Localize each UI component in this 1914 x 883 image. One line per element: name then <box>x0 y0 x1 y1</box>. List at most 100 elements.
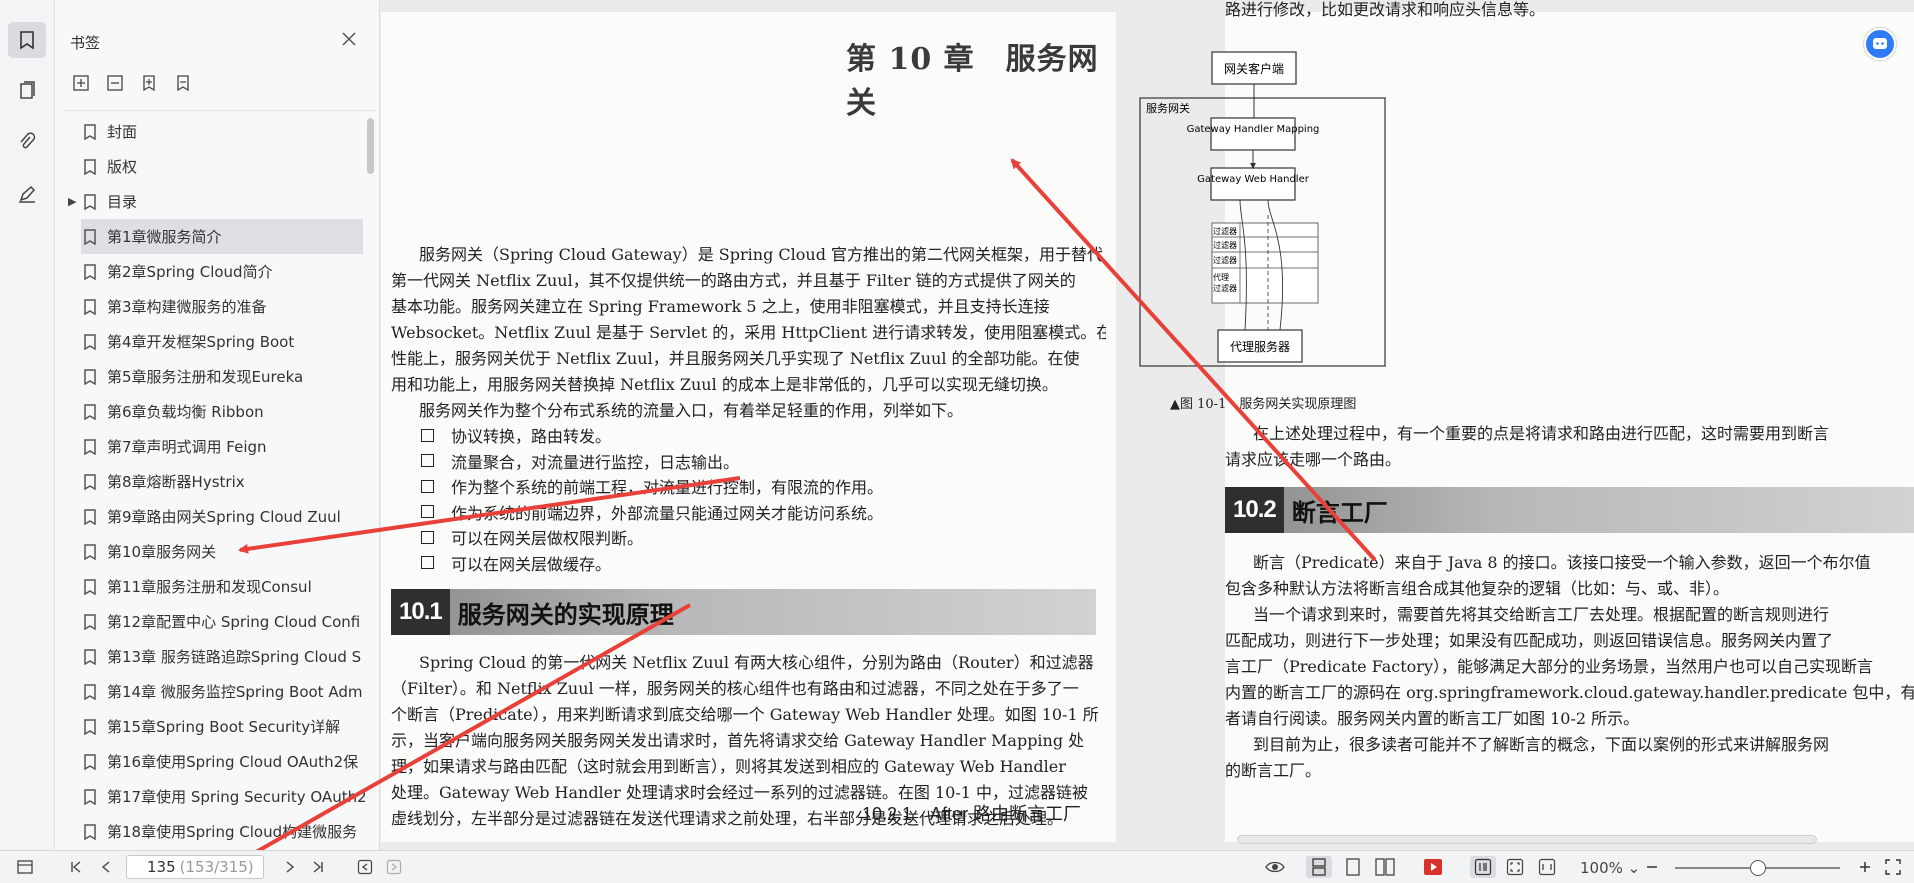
bookmark-label: 第7章声明式调用 Feign <box>107 438 267 456</box>
bullet-text: 协议转换，路由转发。 <box>451 427 612 446</box>
zoom-level[interactable]: 100% ⌄ <box>1580 859 1640 877</box>
fit-width-icon[interactable] <box>1534 856 1560 878</box>
text-line: Spring Cloud 的第一代网关 Netflix Zuul 有两大核心组件… <box>419 653 1094 672</box>
bookmark-item[interactable]: 第16章使用Spring Cloud OAuth2保 <box>55 744 365 779</box>
bookmark-item[interactable]: 第6章负载均衡 Ribbon <box>55 394 365 429</box>
bookmark-item[interactable]: 第15章Spring Boot Security详解 <box>55 709 365 744</box>
bookmark-icon <box>84 543 96 560</box>
text-line: 基本功能。服务网关建立在 Spring Framework 5 之上，使用非阻塞… <box>391 297 1050 316</box>
bookmark-icon <box>84 753 96 770</box>
bookmark-item[interactable]: ▶ 目录 <box>55 184 365 219</box>
bookmark-panel: 书签 封面 版权 ▶ 目录 第1章微服务简介 第2章Spring Cloud简介 第3章构建… <box>55 0 380 850</box>
zoom-out-icon[interactable] <box>1642 856 1662 878</box>
back-view-icon[interactable] <box>355 856 375 878</box>
thumbnail-panel-icon[interactable] <box>8 72 46 108</box>
bookmark-label: 第6章负载均衡 Ribbon <box>107 403 264 421</box>
bookmark-item[interactable]: 第11章服务注册和发现Consul <box>55 569 365 604</box>
ai-assistant-icon[interactable] <box>1864 28 1896 60</box>
bookmark-item[interactable]: 第10章服务网关 <box>55 534 365 569</box>
bookmark-icon <box>84 263 96 280</box>
bookmark-item[interactable]: 第7章声明式调用 Feign <box>55 429 365 464</box>
sidebar-toggle-icon[interactable] <box>14 856 36 878</box>
collapse-all-icon[interactable] <box>104 72 126 94</box>
bookmark-item[interactable]: 第12章配置中心 Spring Cloud Confi <box>55 604 365 639</box>
zoom-slider-handle[interactable] <box>1750 860 1766 876</box>
bookmark-label: 第10章服务网关 <box>107 543 217 561</box>
bookmark-item[interactable]: 第18章使用Spring Cloud构建微服务 <box>55 814 365 849</box>
bullet-item: 作为系统的前端边界，外部流量只能通过网关才能访问系统。 <box>421 500 883 524</box>
bookmark-icon <box>84 718 96 735</box>
prev-page-icon[interactable] <box>96 856 116 878</box>
bookmark-item[interactable]: 封面 <box>55 114 365 149</box>
attachment-icon[interactable] <box>8 124 46 160</box>
next-page-icon[interactable] <box>280 856 300 878</box>
bookmark-item[interactable]: 第5章服务注册和发现Eureka <box>55 359 365 394</box>
play-icon[interactable] <box>1420 856 1446 878</box>
fullscreen-icon[interactable] <box>1882 856 1904 878</box>
bullet-text: 作为系统的前端边界，外部流量只能通过网关才能访问系统。 <box>451 503 884 523</box>
add-bookmark-icon[interactable] <box>138 72 160 94</box>
svg-text:代理服务器: 代理服务器 <box>1230 339 1290 354</box>
bookmark-icon <box>84 333 96 350</box>
text-line: 包含多种默认方法将断言组合成其他复杂的逻辑（比如：与、或、非）。 <box>1225 579 1730 598</box>
text-line: 服务网关作为整个分布式系统的流量入口，有着举足轻重的作用，列举如下。 <box>419 401 964 420</box>
bookmark-label: 版权 <box>107 158 138 176</box>
section-title: 断言工厂 <box>1291 497 1388 527</box>
bullet-text: 流量聚合，对流量进行监控，日志输出。 <box>451 452 740 472</box>
signature-icon[interactable] <box>8 176 46 212</box>
page-number-input[interactable]: 135 (153/315) <box>126 855 264 879</box>
expand-all-icon[interactable] <box>70 72 92 94</box>
bookmark-icon <box>84 823 96 840</box>
first-page-icon[interactable] <box>66 856 86 878</box>
bookmark-item[interactable]: 第3章构建微服务的准备 <box>55 289 365 324</box>
two-page-icon[interactable] <box>1372 856 1398 878</box>
zoom-in-icon[interactable] <box>1855 856 1875 878</box>
section-number: 10.2 <box>1225 487 1284 533</box>
bookmark-label: 第9章路由网关Spring Cloud Zuul <box>107 508 341 526</box>
bookmark-item[interactable]: 第14章 微服务监控Spring Boot Adm <box>55 674 365 709</box>
actual-size-icon[interactable] <box>1470 856 1496 878</box>
text-line: 的断言工厂。 <box>1225 761 1322 780</box>
section-heading-10-1: 10.1 服务网关的实现原理 <box>391 589 1096 635</box>
bookmark-item[interactable]: 第1章微服务简介 <box>81 219 363 254</box>
bookmark-item[interactable]: 第13章 服务链路追踪Spring Cloud S <box>55 639 365 674</box>
last-page-icon[interactable] <box>308 856 328 878</box>
horizontal-scrollbar[interactable] <box>1237 835 1817 844</box>
text-line: 到目前为止，很多读者可能并不了解断言的概念，下面以案例的形式来讲解服务网 <box>1253 735 1830 754</box>
bookmark-item[interactable]: 第9章路由网关Spring Cloud Zuul <box>55 499 365 534</box>
right-top-line: 路进行修改，比如更改请求和响应头信息等。 <box>1225 0 1546 19</box>
svg-text:过滤器: 过滤器 <box>1213 240 1237 250</box>
bookmark-label: 第1章微服务简介 <box>107 228 222 246</box>
text-line: Websocket。Netflix Zuul 是基于 Servlet 的，采用 … <box>391 323 1106 342</box>
bookmark-item[interactable]: 第4章开发框架Spring Boot <box>55 324 365 359</box>
checkbox-bullet-icon <box>421 505 434 518</box>
bookmark-item[interactable]: 第8章熔断器Hystrix <box>55 464 365 499</box>
forward-view-icon[interactable] <box>384 856 404 878</box>
bookmark-item[interactable]: 第17章使用 Spring Security OAuth2 <box>55 779 365 814</box>
svg-text:过滤器: 过滤器 <box>1213 283 1237 293</box>
continuous-view-icon[interactable] <box>1306 856 1332 878</box>
single-page-icon[interactable] <box>1340 856 1366 878</box>
bullet-text: 作为整个系统的前端工程，对流量进行控制，有限流的作用。 <box>451 478 884 497</box>
fit-page-icon[interactable] <box>1502 856 1528 878</box>
bookmark-item[interactable]: 版权 <box>55 149 365 184</box>
diagram-client-box: 网关客户端 <box>1211 51 1297 85</box>
bullet-item: 协议转换，路由转发。 <box>421 423 611 447</box>
text-line: 用和功能上，用服务网关替换掉 Netflix Zuul 的成本上是非常低的，几乎… <box>391 375 1058 394</box>
expand-arrow-icon[interactable]: ▶ <box>68 195 76 208</box>
close-icon[interactable] <box>340 30 360 50</box>
bookmark-item[interactable]: 第2章Spring Cloud简介 <box>55 254 365 289</box>
text-line: 断言（Predicate）来自于 Java 8 的接口。该接口接受一个输入参数，… <box>1253 553 1871 572</box>
status-bar: 135 (153/315) 100% ⌄ <box>0 850 1914 883</box>
section-heading-10-2: 10.2 断言工厂 <box>1225 487 1914 533</box>
remove-bookmark-icon[interactable] <box>172 72 194 94</box>
bookmark-icon <box>84 788 96 805</box>
checkbox-bullet-icon <box>421 556 434 569</box>
text-line: 个断言（Predicate），用来判断请求到底交给哪一个 Gateway Web… <box>391 705 1099 724</box>
text-line: 内置的断言工厂的源码在 org.springframework.cloud.ga… <box>1225 683 1914 702</box>
bookmark-label: 目录 <box>107 193 138 211</box>
eye-protection-icon[interactable] <box>1262 856 1288 878</box>
bookmark-panel-icon[interactable] <box>8 22 46 58</box>
panel-scrollbar[interactable] <box>367 118 374 174</box>
checkbox-bullet-icon <box>421 454 434 467</box>
